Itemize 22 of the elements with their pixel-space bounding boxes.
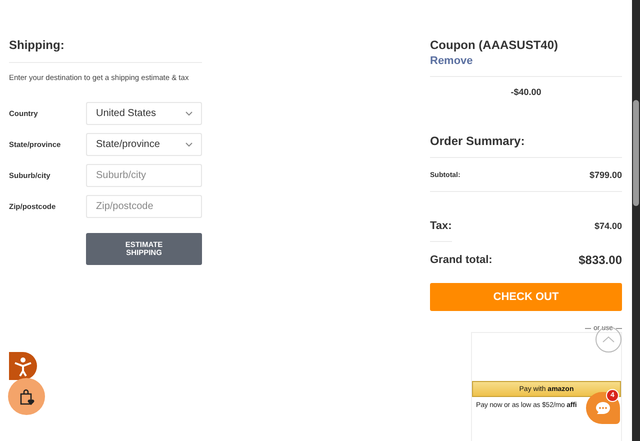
section-title: Shipping: xyxy=(9,38,66,52)
summary-label: Grand total: xyxy=(430,254,492,266)
accessibility-icon[interactable] xyxy=(9,352,37,380)
summary-title: Order Summary: xyxy=(430,134,526,148)
summary-value: $799.00 xyxy=(589,170,622,180)
wishlist-button[interactable] xyxy=(8,378,45,415)
chevron-icon xyxy=(185,111,193,116)
chat-icon xyxy=(595,401,611,415)
input-field[interactable]: Zip/postcode xyxy=(86,195,202,218)
input-field[interactable]: Suburb/city xyxy=(86,164,202,187)
scrollbar[interactable] xyxy=(632,0,640,441)
chevron-icon xyxy=(185,142,193,147)
summary-value: $833.00 xyxy=(578,253,622,268)
summary-label: Tax: xyxy=(430,220,452,232)
summary-value: $74.00 xyxy=(594,221,622,232)
select-field[interactable]: State/province xyxy=(86,133,202,156)
discount-amount: -$40.00 xyxy=(510,86,542,97)
close-icon[interactable] xyxy=(595,326,622,353)
coupon-title: Coupon (AAASUST40) xyxy=(430,38,559,52)
select-field[interactable]: United States xyxy=(86,102,202,125)
remove-link[interactable]: Remove xyxy=(430,55,622,67)
bag-heart-icon xyxy=(18,388,36,406)
